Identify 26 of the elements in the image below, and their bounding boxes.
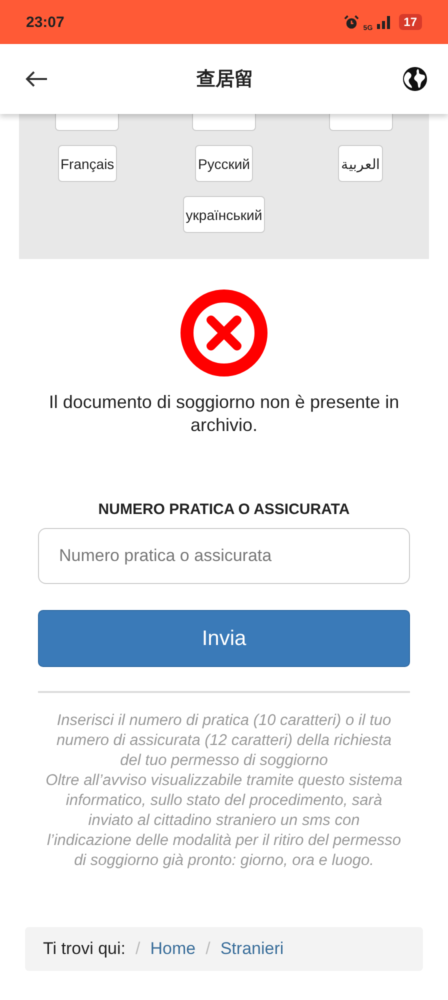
field-label: NUMERO PRATICA O ASSICURATA: [98, 501, 350, 518]
language-button[interactable]: العربية: [338, 145, 384, 182]
globe-icon[interactable]: [402, 66, 428, 92]
battery-level: 17: [398, 14, 422, 30]
input-field[interactable]: Numero pratica o assicurata: [38, 528, 410, 584]
page-title: 查居留: [196, 68, 254, 92]
signal-icon: [376, 15, 391, 29]
breadcrumb-label: Ti trovi qui:: [43, 939, 126, 959]
help-text: Inserisci il numero di pratica (10 caratteri) o il tuo numero di assicurata (12 caratteri) della richiesta del tuo permesso di soggiorno: [55, 711, 393, 771]
breadcrumb-link[interactable]: Stranieri: [220, 939, 284, 959]
back-arrow-icon[interactable]: [24, 70, 48, 88]
submit-button[interactable]: Invia: [38, 610, 410, 667]
language-button[interactable]: [328, 114, 393, 131]
error-icon: [180, 289, 268, 377]
breadcrumb-separator: /: [206, 939, 210, 959]
language-button[interactable]: Français: [58, 145, 118, 182]
breadcrumb-separator: /: [136, 939, 140, 959]
language-button[interactable]: [192, 114, 256, 131]
alarm-icon: [344, 14, 360, 30]
clock-time: 23:07: [26, 14, 64, 30]
language-button[interactable]: Русский: [195, 145, 253, 182]
result-message: Il documento di soggiorno non è presente in archivio.: [48, 391, 400, 437]
language-button[interactable]: [55, 114, 120, 131]
language-button[interactable]: український: [182, 196, 266, 233]
help-text: Oltre all’avviso visualizzabile tramite questo sistema informatico, sullo stato del procedimento, sarà inviato al cittadino straniero un sms con l’indicazione delle modalità per il ritiro del permesso di soggiorno già pronto: giorno, ora e luogo.: [44, 771, 404, 871]
breadcrumb-link[interactable]: Home: [150, 939, 196, 959]
